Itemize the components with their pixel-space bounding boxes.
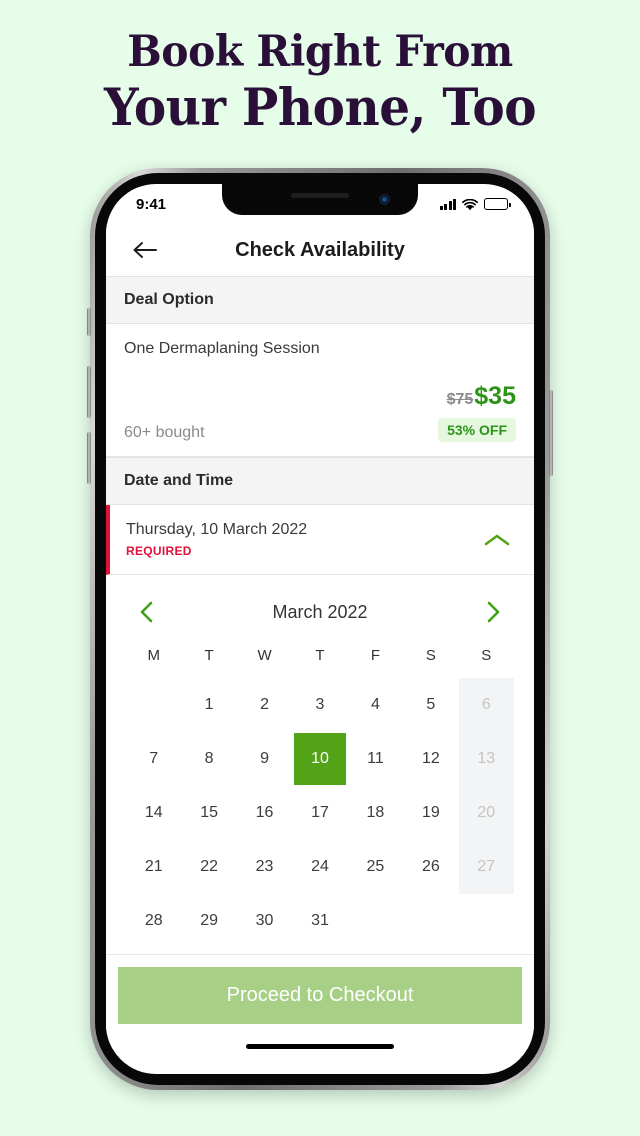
price-line: $75 $35 xyxy=(438,382,516,411)
collapse-calendar-button[interactable] xyxy=(480,527,514,553)
calendar-day[interactable]: 4 xyxy=(348,678,403,732)
calendar-weekday: S xyxy=(481,647,492,664)
deal-option-section-header: Deal Option xyxy=(106,276,534,324)
status-bar-icons xyxy=(439,198,511,211)
proceed-to-checkout-button[interactable]: Proceed to Checkout xyxy=(118,967,522,1024)
calendar-day[interactable]: 25 xyxy=(348,840,403,894)
page-title: Check Availability xyxy=(235,238,405,261)
calendar-header: March 2022 xyxy=(126,589,514,641)
calendar-day[interactable]: 8 xyxy=(181,732,236,786)
calendar-day[interactable]: 2 xyxy=(237,678,292,732)
calendar-weekday: T xyxy=(204,647,214,664)
calendar-day[interactable]: 5 xyxy=(403,678,458,732)
calendar-days-grid: 1 2 3 4 5 6 7 8 9 10 11 12 13 14 15 16 17 18 19 20 21 22 23 24 2… xyxy=(126,678,514,948)
calendar-cell-empty xyxy=(126,678,181,732)
calendar-day-disabled: 27 xyxy=(458,840,514,894)
chevron-up-icon xyxy=(484,534,510,545)
navigation-bar: Check Availability xyxy=(106,224,534,276)
required-label: REQUIRED xyxy=(126,544,192,558)
headline-line-1: Book Right From xyxy=(127,27,513,77)
calendar-day-selected[interactable]: 10 xyxy=(292,732,347,786)
calendar-weekday: T xyxy=(315,647,325,664)
deal-option-meta: 60+ bought $75 $35 53% OFF xyxy=(124,382,516,442)
calendar-day-disabled: 13 xyxy=(458,732,514,786)
headline-line-2: Your Phone, Too xyxy=(103,78,537,138)
calendar-day[interactable]: 22 xyxy=(181,840,236,894)
arrow-left-icon xyxy=(133,242,157,258)
calendar-day[interactable]: 26 xyxy=(403,840,458,894)
checkout-bar: Proceed to Checkout xyxy=(106,954,534,1049)
phone-notch xyxy=(222,184,418,215)
calendar-day[interactable]: 24 xyxy=(292,840,347,894)
calendar-widget: March 2022 MTWTFSS 1 2 3 4 5 6 7 8 9 10 11 12 13 14 15… xyxy=(106,575,534,954)
original-price: $75 xyxy=(446,391,474,408)
earpiece-speaker-icon xyxy=(291,193,349,198)
selected-date-info: Thursday, 10 March 2022 REQUIRED xyxy=(126,521,307,558)
calendar-day[interactable]: 12 xyxy=(403,732,458,786)
deal-pricing: $75 $35 53% OFF xyxy=(438,382,516,442)
calendar-day[interactable]: 15 xyxy=(181,786,236,840)
deal-option-card[interactable]: One Dermaplaning Session 60+ bought $75 … xyxy=(106,324,534,457)
calendar-weekday: M xyxy=(147,647,160,664)
previous-month-button[interactable] xyxy=(132,597,162,627)
status-bar-time: 9:41 xyxy=(136,195,167,213)
calendar-month-label: March 2022 xyxy=(272,601,368,622)
chevron-right-icon xyxy=(487,601,500,623)
cellular-signal-icon xyxy=(439,198,456,210)
calendar-weekday: S xyxy=(425,647,436,664)
chevron-left-icon xyxy=(140,601,153,623)
calendar-weekday-row: MTWTFSS xyxy=(126,641,514,678)
calendar-day[interactable]: 17 xyxy=(292,786,347,840)
calendar-day-disabled: 20 xyxy=(458,786,514,840)
discount-badge: 53% OFF xyxy=(438,418,516,442)
calendar-day[interactable]: 28 xyxy=(126,894,181,948)
calendar-cell-empty xyxy=(459,894,514,948)
calendar-day[interactable]: 16 xyxy=(237,786,292,840)
calendar-weekday: W xyxy=(257,647,272,664)
calendar-day[interactable]: 29 xyxy=(181,894,236,948)
volume-up-button[interactable] xyxy=(87,366,91,418)
front-camera-icon xyxy=(379,194,390,205)
calendar-day[interactable]: 1 xyxy=(181,678,236,732)
phone-screen: 9:41 Check Availability Deal Option One … xyxy=(106,184,534,1074)
page-headline: Book Right From Your Phone, Too xyxy=(0,26,640,138)
calendar-day[interactable]: 19 xyxy=(403,786,458,840)
calendar-day[interactable]: 9 xyxy=(237,732,292,786)
calendar-day[interactable]: 7 xyxy=(126,732,181,786)
calendar-day[interactable]: 14 xyxy=(126,786,181,840)
wifi-icon xyxy=(462,198,478,211)
calendar-cell-empty xyxy=(403,894,458,948)
battery-full-icon xyxy=(484,198,511,210)
current-price: $35 xyxy=(474,382,516,410)
phone-mockup: 9:41 Check Availability Deal Option One … xyxy=(87,168,553,1090)
calendar-weekday: F xyxy=(370,647,380,664)
screen-content: Deal Option One Dermaplaning Session 60+… xyxy=(106,276,534,1049)
selected-date-row[interactable]: Thursday, 10 March 2022 REQUIRED xyxy=(106,505,534,575)
home-indicator[interactable] xyxy=(246,1044,394,1049)
silence-switch[interactable] xyxy=(87,308,91,336)
next-month-button[interactable] xyxy=(478,597,508,627)
calendar-day[interactable]: 11 xyxy=(348,732,403,786)
calendar-day[interactable]: 30 xyxy=(237,894,292,948)
deal-option-title: One Dermaplaning Session xyxy=(124,340,320,357)
selected-date-label: Thursday, 10 March 2022 xyxy=(126,521,308,538)
back-button[interactable] xyxy=(128,233,162,267)
volume-down-button[interactable] xyxy=(87,432,91,484)
calendar-day[interactable]: 31 xyxy=(292,894,347,948)
calendar-day-disabled: 6 xyxy=(458,678,514,732)
calendar-day[interactable]: 3 xyxy=(292,678,347,732)
calendar-day[interactable]: 23 xyxy=(237,840,292,894)
date-time-section-header: Date and Time xyxy=(106,457,534,505)
calendar-day-selected-marker: 10 xyxy=(293,733,346,785)
calendar-cell-empty xyxy=(348,894,403,948)
deal-bought-count: 60+ bought xyxy=(124,424,205,441)
calendar-day[interactable]: 18 xyxy=(348,786,403,840)
power-button[interactable] xyxy=(549,390,553,476)
calendar-day[interactable]: 21 xyxy=(126,840,181,894)
